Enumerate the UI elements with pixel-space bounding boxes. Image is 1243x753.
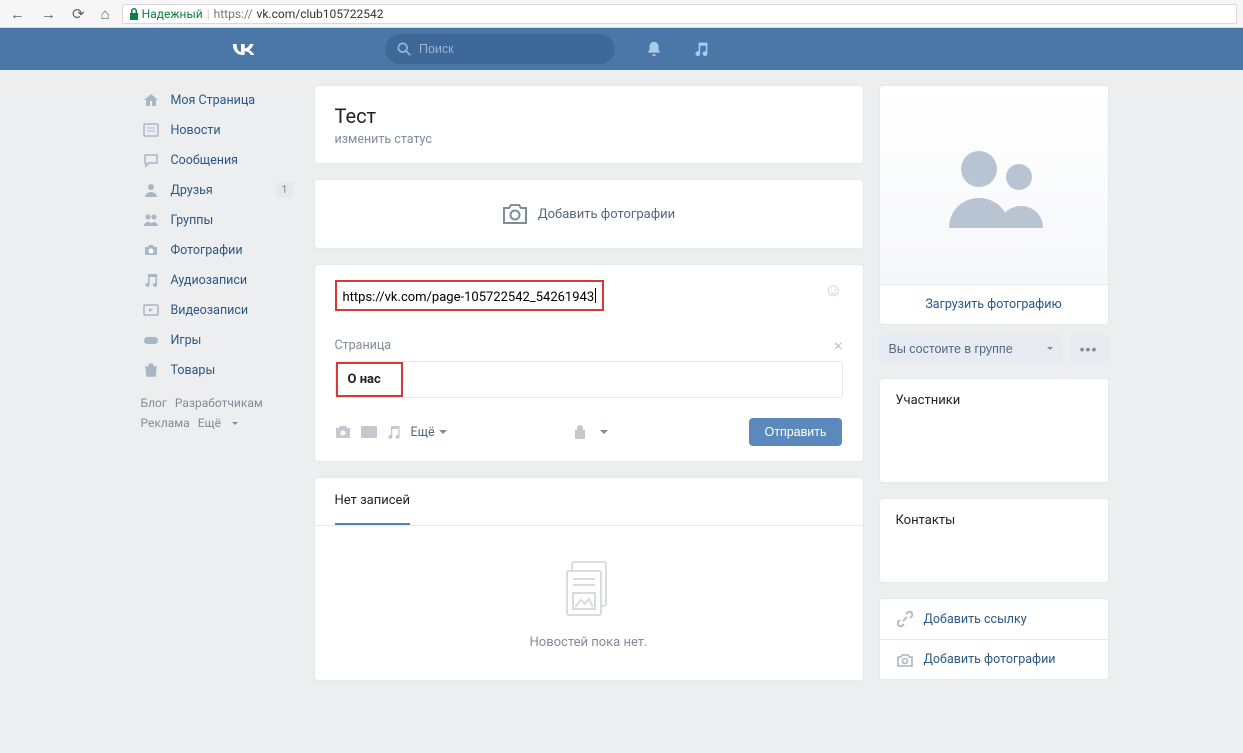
group-header: Тест изменить статус [314, 85, 864, 164]
post-options-icon[interactable] [600, 430, 608, 438]
attachment-type-label: Страница [335, 338, 392, 353]
secure-label: Надежный [142, 7, 203, 21]
reload-icon[interactable]: ⟳ [68, 5, 89, 23]
sidebar-item-my-page[interactable]: Моя Страница [135, 85, 299, 115]
sidebar: Моя Страница Новости Сообщения Друзья 1 Г… [135, 85, 299, 441]
vk-logo-icon[interactable] [227, 41, 255, 58]
back-icon[interactable]: ← [6, 5, 29, 23]
attach-audio-icon[interactable] [387, 425, 401, 439]
sidebar-item-label: Фотографии [171, 243, 243, 258]
search-input[interactable] [417, 41, 603, 57]
add-link-label: Добавить ссылку [924, 612, 1027, 627]
upload-photo-button[interactable]: Загрузить фотографию [879, 285, 1109, 325]
members-block[interactable]: Участники [879, 378, 1109, 483]
friends-icon [141, 182, 161, 198]
wall-tab[interactable]: Нет записей [335, 478, 410, 525]
sidebar-item-market[interactable]: Товары [135, 355, 299, 385]
vk-top-bar [0, 28, 1243, 70]
sidebar-item-label: Моя Страница [171, 93, 256, 108]
home-icon[interactable]: ⌂ [97, 5, 114, 23]
group-title: Тест [335, 104, 843, 128]
sidebar-item-label: Друзья [171, 183, 213, 198]
sidebar-item-label: Группы [171, 213, 214, 228]
page-attachment[interactable]: О нас [335, 361, 843, 398]
post-textarea[interactable]: https://vk.com/page-105722542_54261943 [335, 280, 605, 311]
friends-badge: 1 [276, 182, 292, 198]
privacy-icon[interactable] [574, 425, 586, 439]
url-path: vk.com/club105722542 [257, 7, 384, 21]
empty-wall-icon [566, 561, 612, 617]
search-icon [397, 42, 411, 56]
music-icon[interactable] [693, 41, 709, 57]
news-icon [141, 122, 161, 138]
sidebar-item-label: Товары [171, 363, 216, 378]
wall: Нет записей Новостей пока нет. [314, 477, 864, 681]
camera-icon [141, 242, 161, 258]
footer-more[interactable]: Ещё [198, 416, 246, 430]
add-photos-side-label: Добавить фотографии [924, 652, 1056, 667]
remove-attachment-icon[interactable]: × [834, 336, 843, 355]
change-status-link[interactable]: изменить статус [335, 132, 843, 147]
send-button[interactable]: Отправить [749, 418, 843, 446]
messages-icon [141, 152, 161, 168]
sidebar-item-friends[interactable]: Друзья 1 [135, 175, 299, 205]
membership-button[interactable]: Вы состоите в группе [879, 335, 1063, 363]
games-icon [141, 332, 161, 348]
footer-ads[interactable]: Реклама [141, 416, 190, 430]
sidebar-item-label: Сообщения [171, 153, 239, 168]
attach-photo-icon[interactable] [335, 425, 351, 439]
attach-video-icon[interactable] [361, 425, 377, 439]
add-link-button[interactable]: Добавить ссылку [880, 599, 1108, 639]
more-actions-button[interactable]: ••• [1069, 335, 1109, 363]
audio-icon [141, 272, 161, 288]
contacts-block[interactable]: Контакты [879, 498, 1109, 583]
sidebar-item-label: Новости [171, 123, 221, 138]
members-title: Участники [896, 393, 1092, 408]
forward-icon[interactable]: → [37, 5, 60, 23]
sidebar-item-groups[interactable]: Группы [135, 205, 299, 235]
sidebar-item-messages[interactable]: Сообщения [135, 145, 299, 175]
sidebar-item-label: Видеозаписи [171, 303, 249, 318]
search-field[interactable] [385, 34, 615, 64]
groups-icon [141, 212, 161, 228]
camera-icon [502, 203, 528, 225]
post-composer: https://vk.com/page-105722542_54261943 ☺… [314, 264, 864, 462]
side-actions-block: Добавить ссылку Добавить фотографии [879, 598, 1109, 680]
sidebar-item-games[interactable]: Игры [135, 325, 299, 355]
sidebar-item-news[interactable]: Новости [135, 115, 299, 145]
video-icon [141, 302, 161, 318]
sidebar-item-label: Аудиозаписи [171, 273, 248, 288]
camera-icon [896, 653, 914, 667]
contacts-title: Контакты [896, 513, 1092, 528]
lock-icon [129, 8, 139, 20]
sidebar-footer: Блог Разработчикам Реклама Ещё [135, 385, 299, 441]
emoji-icon[interactable]: ☺ [824, 280, 842, 301]
home-icon [141, 92, 161, 108]
address-bar[interactable]: Надежный | https://vk.com/club105722542 [122, 4, 1237, 24]
sidebar-item-audio[interactable]: Аудиозаписи [135, 265, 299, 295]
post-text-content: https://vk.com/page-105722542_54261943 [343, 290, 595, 305]
add-photos-button[interactable]: Добавить фотографии [314, 179, 864, 249]
attach-more-button[interactable]: Ещё [411, 425, 447, 440]
browser-chrome: ← → ⟳ ⌂ Надежный | https://vk.com/club10… [0, 0, 1243, 28]
sidebar-item-photos[interactable]: Фотографии [135, 235, 299, 265]
group-avatar-placeholder [879, 85, 1109, 285]
secure-badge: Надежный [129, 7, 203, 21]
footer-blog[interactable]: Блог [141, 396, 167, 410]
sidebar-item-video[interactable]: Видеозаписи [135, 295, 299, 325]
link-icon [896, 611, 914, 627]
notifications-icon[interactable] [645, 40, 663, 58]
sidebar-item-label: Игры [171, 333, 202, 348]
market-icon [141, 362, 161, 378]
footer-dev[interactable]: Разработчикам [175, 396, 263, 410]
add-photos-label: Добавить фотографии [538, 207, 675, 222]
add-photos-side-button[interactable]: Добавить фотографии [880, 640, 1108, 679]
empty-wall-text: Новостей пока нет. [530, 635, 648, 650]
attachment-title: О нас [336, 362, 403, 397]
url-scheme: https:// [214, 7, 253, 21]
group-avatar-icon [939, 143, 1049, 228]
